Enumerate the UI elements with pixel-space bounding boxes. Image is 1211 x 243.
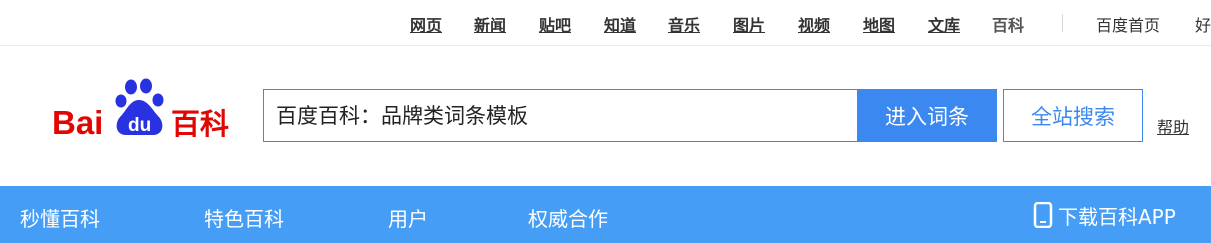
category-nav-bar: 秒懂百科 特色百科 用户 权威合作 下载百科APP	[0, 186, 1211, 243]
nav-item-authority[interactable]: 权威合作	[528, 203, 608, 232]
top-nav-divider	[1062, 14, 1063, 32]
baidu-home-link[interactable]: 百度首页	[1096, 12, 1160, 36]
nav-item-tese[interactable]: 特色百科	[204, 203, 284, 232]
download-app-label: 下载百科APP	[1058, 204, 1176, 229]
logo-du-text: du	[128, 115, 151, 136]
help-link[interactable]: 帮助	[1157, 114, 1189, 138]
logo-baike-text: 百科	[171, 107, 229, 141]
nav-item-user[interactable]: 用户	[388, 203, 428, 232]
top-nav-images[interactable]: 图片	[733, 12, 765, 36]
top-nav-zhidao[interactable]: 知道	[604, 12, 636, 36]
top-right-link-truncated[interactable]: 好	[1195, 12, 1211, 36]
top-nav-music[interactable]: 音乐	[668, 12, 700, 36]
top-nav-map[interactable]: 地图	[863, 12, 895, 36]
site-search-button[interactable]: 全站搜索	[1003, 89, 1143, 142]
enter-entry-button[interactable]: 进入词条	[857, 89, 997, 142]
phone-icon	[1033, 202, 1053, 228]
top-nav-bar: 网页 新闻 贴吧 知道 音乐 图片 视频 地图 文库 百科 百度首页 好	[0, 0, 1211, 46]
top-nav-tieba[interactable]: 贴吧	[539, 12, 571, 36]
baidu-baike-logo[interactable]: Bai du 百科	[52, 78, 242, 142]
top-nav-wenku[interactable]: 文库	[928, 12, 960, 36]
logo-bai-text: Bai	[52, 104, 103, 141]
top-nav-news[interactable]: 新闻	[474, 12, 506, 36]
baidu-paw-logo-icon: Bai du 百科	[52, 78, 229, 141]
nav-item-miaodong[interactable]: 秒懂百科	[20, 203, 100, 232]
top-nav-web[interactable]: 网页	[410, 12, 442, 36]
search-input[interactable]: 百度百科：品牌类词条模板	[263, 89, 857, 142]
download-app-button[interactable]: 下载百科APP	[1032, 201, 1176, 229]
top-nav-video[interactable]: 视频	[798, 12, 830, 36]
top-nav-baike[interactable]: 百科	[992, 12, 1024, 36]
